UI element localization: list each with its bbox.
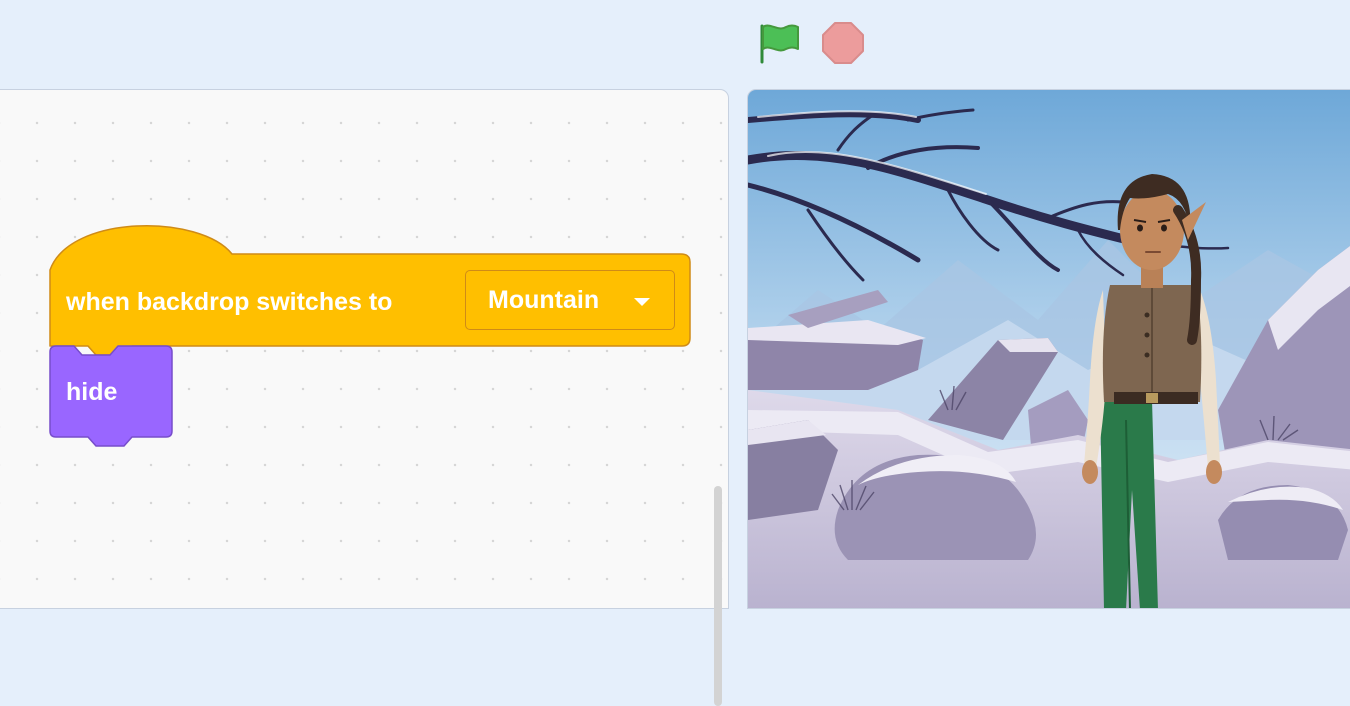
hide-block-label: hide [66,378,118,406]
green-flag-icon [760,24,799,64]
backdrop-dropdown-value: Mountain [488,286,600,314]
stage-header [0,0,1350,88]
stage[interactable] [747,89,1350,609]
green-flag-button[interactable] [752,18,806,68]
mountain-backdrop [748,90,1350,608]
backdrop-dropdown[interactable]: Mountain [465,270,675,330]
workspace-scrollbar[interactable] [714,486,722,706]
caret-down-icon [634,298,650,306]
hat-block-label: when backdrop switches to [66,288,393,316]
stop-sign-icon [822,22,864,64]
stop-button[interactable] [820,20,866,66]
